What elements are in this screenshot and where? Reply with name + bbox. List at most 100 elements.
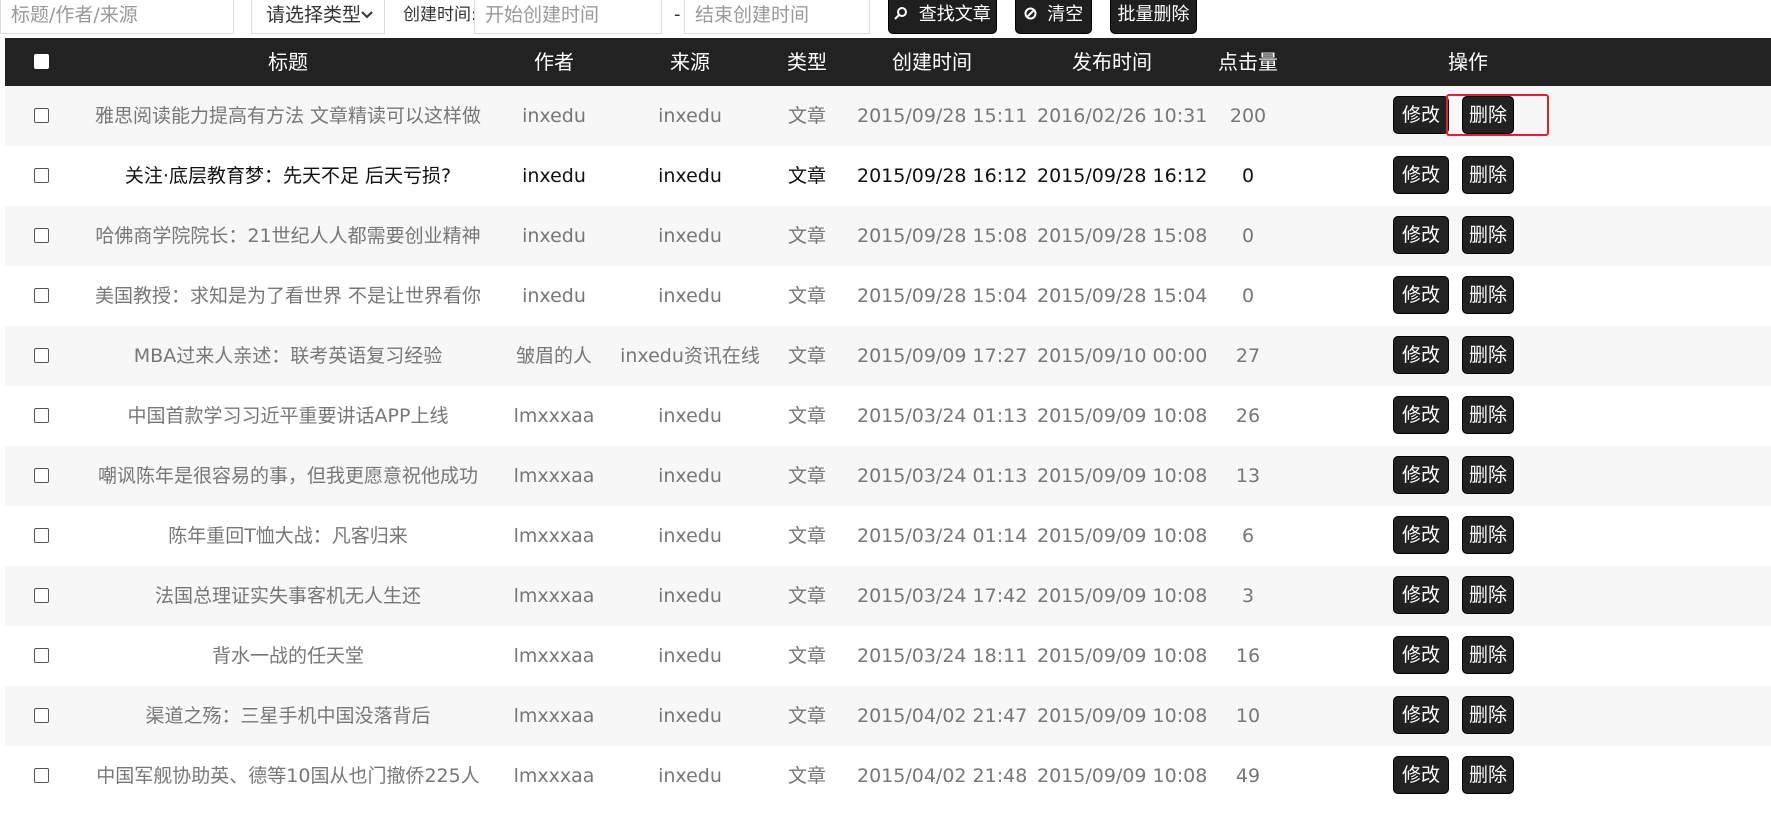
cell-clicks: 27 xyxy=(1235,345,1261,367)
cell-created: 2015/03/24 01:13 xyxy=(857,465,1028,487)
cell-type: 文章 xyxy=(787,225,826,247)
end-time-input[interactable]: 结束创建时间 xyxy=(684,0,870,34)
delete-button[interactable]: 删除 xyxy=(1462,696,1514,734)
edit-button[interactable]: 修改 xyxy=(1393,396,1449,434)
cell-created: 2015/09/28 16:12 xyxy=(857,165,1028,187)
row-checkbox[interactable] xyxy=(34,108,49,123)
cell-title: 法国总理证实失事客机无人生还 xyxy=(154,585,421,607)
cell-clicks: 200 xyxy=(1229,105,1267,127)
delete-button[interactable]: 删除 xyxy=(1462,276,1514,314)
row-checkbox[interactable] xyxy=(34,288,49,303)
edit-button[interactable]: 修改 xyxy=(1393,636,1449,674)
row-checkbox[interactable] xyxy=(34,588,49,603)
cell-created: 2015/09/28 15:11 xyxy=(857,105,1028,127)
search-article-button[interactable]: 查找文章 xyxy=(888,0,997,34)
cell-clicks: 3 xyxy=(1241,585,1255,607)
edit-button[interactable]: 修改 xyxy=(1393,576,1449,614)
search-input[interactable]: 标题/作者/来源 xyxy=(0,0,234,34)
table-row: 中国首款学习习近平重要讲话APP上线 lmxxxaa inxedu 文章 2015/03… xyxy=(5,386,1771,446)
delete-button[interactable]: 删除 xyxy=(1462,156,1514,194)
cell-created: 2015/03/24 01:14 xyxy=(857,525,1028,547)
cell-created: 2015/03/24 17:42 xyxy=(857,585,1028,607)
row-checkbox[interactable] xyxy=(34,348,49,363)
cell-author: inxedu xyxy=(522,285,586,307)
clear-button[interactable]: 清空 xyxy=(1015,0,1092,34)
edit-button[interactable]: 修改 xyxy=(1393,516,1449,554)
article-table: 标题 作者 来源 类型 创建时间 发布时间 点击量 操作 雅思阅读能力提高有方法… xyxy=(5,38,1771,806)
type-select-value: 请选择类型 xyxy=(266,4,362,26)
cell-author: 皱眉的人 xyxy=(515,345,592,367)
search-icon xyxy=(894,7,912,24)
header-source: 来源 xyxy=(670,50,710,74)
cell-title: MBA过来人亲述：联考英语复习经验 xyxy=(133,345,443,367)
cell-type: 文章 xyxy=(787,525,826,547)
cell-type: 文章 xyxy=(787,285,826,307)
cell-clicks: 0 xyxy=(1241,165,1255,187)
cell-author: inxedu xyxy=(522,225,586,247)
cell-clicks: 0 xyxy=(1241,285,1255,307)
cell-source: inxedu xyxy=(658,105,722,127)
delete-button[interactable]: 删除 xyxy=(1462,216,1514,254)
cell-clicks: 0 xyxy=(1241,225,1255,247)
row-checkbox[interactable] xyxy=(34,768,49,783)
cell-published: 2015/09/09 10:08 xyxy=(1037,525,1208,547)
delete-button[interactable]: 删除 xyxy=(1462,516,1514,554)
cell-published: 2015/09/10 00:00 xyxy=(1037,345,1208,367)
row-checkbox[interactable] xyxy=(34,468,49,483)
cell-title: 美国教授：求知是为了看世界 不是让世界看你 xyxy=(94,285,482,307)
ban-icon xyxy=(1024,7,1041,24)
cell-clicks: 16 xyxy=(1235,645,1261,667)
cell-source: inxedu xyxy=(658,225,722,247)
edit-button[interactable]: 修改 xyxy=(1393,96,1449,134)
cell-title: 哈佛商学院院长：21世纪人人都需要创业精神 xyxy=(95,225,481,247)
cell-source: inxedu xyxy=(658,285,722,307)
cell-source: inxedu xyxy=(658,165,722,187)
row-checkbox[interactable] xyxy=(34,168,49,183)
delete-button[interactable]: 删除 xyxy=(1462,396,1514,434)
header-published: 发布时间 xyxy=(1072,50,1152,74)
delete-button[interactable]: 删除 xyxy=(1462,636,1514,674)
row-checkbox[interactable] xyxy=(34,528,49,543)
row-checkbox[interactable] xyxy=(34,708,49,723)
type-select[interactable]: 请选择类型 xyxy=(251,0,385,34)
cell-title: 背水一战的任天堂 xyxy=(211,645,364,667)
cell-created: 2015/03/24 01:13 xyxy=(857,405,1028,427)
delete-button[interactable]: 删除 xyxy=(1462,336,1514,374)
edit-button[interactable]: 修改 xyxy=(1393,456,1449,494)
row-checkbox[interactable] xyxy=(34,408,49,423)
row-checkbox[interactable] xyxy=(34,648,49,663)
header-actions: 操作 xyxy=(1448,50,1488,74)
row-checkbox[interactable] xyxy=(34,228,49,243)
cell-published: 2015/09/09 10:08 xyxy=(1037,765,1208,787)
cell-source: inxedu xyxy=(658,585,722,607)
cell-created: 2015/09/28 15:08 xyxy=(857,225,1028,247)
edit-button[interactable]: 修改 xyxy=(1393,696,1449,734)
table-row: 哈佛商学院院长：21世纪人人都需要创业精神 inxedu inxedu 文章 2015/… xyxy=(5,206,1771,266)
cell-published: 2015/09/28 15:08 xyxy=(1037,225,1208,247)
cell-source: inxedu xyxy=(658,405,722,427)
edit-button[interactable]: 修改 xyxy=(1393,276,1449,314)
select-all-checkbox[interactable] xyxy=(34,54,49,69)
table-row: 渠道之殇：三星手机中国没落背后 lmxxxaa inxedu 文章 2015/04/02… xyxy=(5,686,1771,746)
table-header: 标题 作者 来源 类型 创建时间 发布时间 点击量 操作 xyxy=(5,38,1771,86)
cell-author: lmxxxaa xyxy=(513,645,595,667)
batch-delete-button[interactable]: 批量删除 xyxy=(1110,0,1197,34)
cell-source: inxedu xyxy=(658,705,722,727)
delete-button[interactable]: 删除 xyxy=(1462,456,1514,494)
delete-button-highlight xyxy=(1446,94,1549,136)
edit-button[interactable]: 修改 xyxy=(1393,216,1449,254)
edit-button[interactable]: 修改 xyxy=(1393,156,1449,194)
header-title: 标题 xyxy=(268,50,308,74)
cell-type: 文章 xyxy=(787,465,826,487)
table-row: 中国军舰协助英、德等10国从也门撤侨225人 lmxxxaa inxedu 文章 201… xyxy=(5,746,1771,806)
cell-type: 文章 xyxy=(787,705,826,727)
cell-type: 文章 xyxy=(787,405,826,427)
edit-button[interactable]: 修改 xyxy=(1393,756,1449,794)
header-author: 作者 xyxy=(534,50,574,74)
table-row: 法国总理证实失事客机无人生还 lmxxxaa inxedu 文章 2015/03/24 … xyxy=(5,566,1771,626)
start-time-input[interactable]: 开始创建时间 xyxy=(474,0,662,34)
delete-button[interactable]: 删除 xyxy=(1462,576,1514,614)
edit-button[interactable]: 修改 xyxy=(1393,336,1449,374)
delete-button[interactable]: 删除 xyxy=(1462,756,1514,794)
cell-title: 中国首款学习习近平重要讲话APP上线 xyxy=(127,405,449,427)
